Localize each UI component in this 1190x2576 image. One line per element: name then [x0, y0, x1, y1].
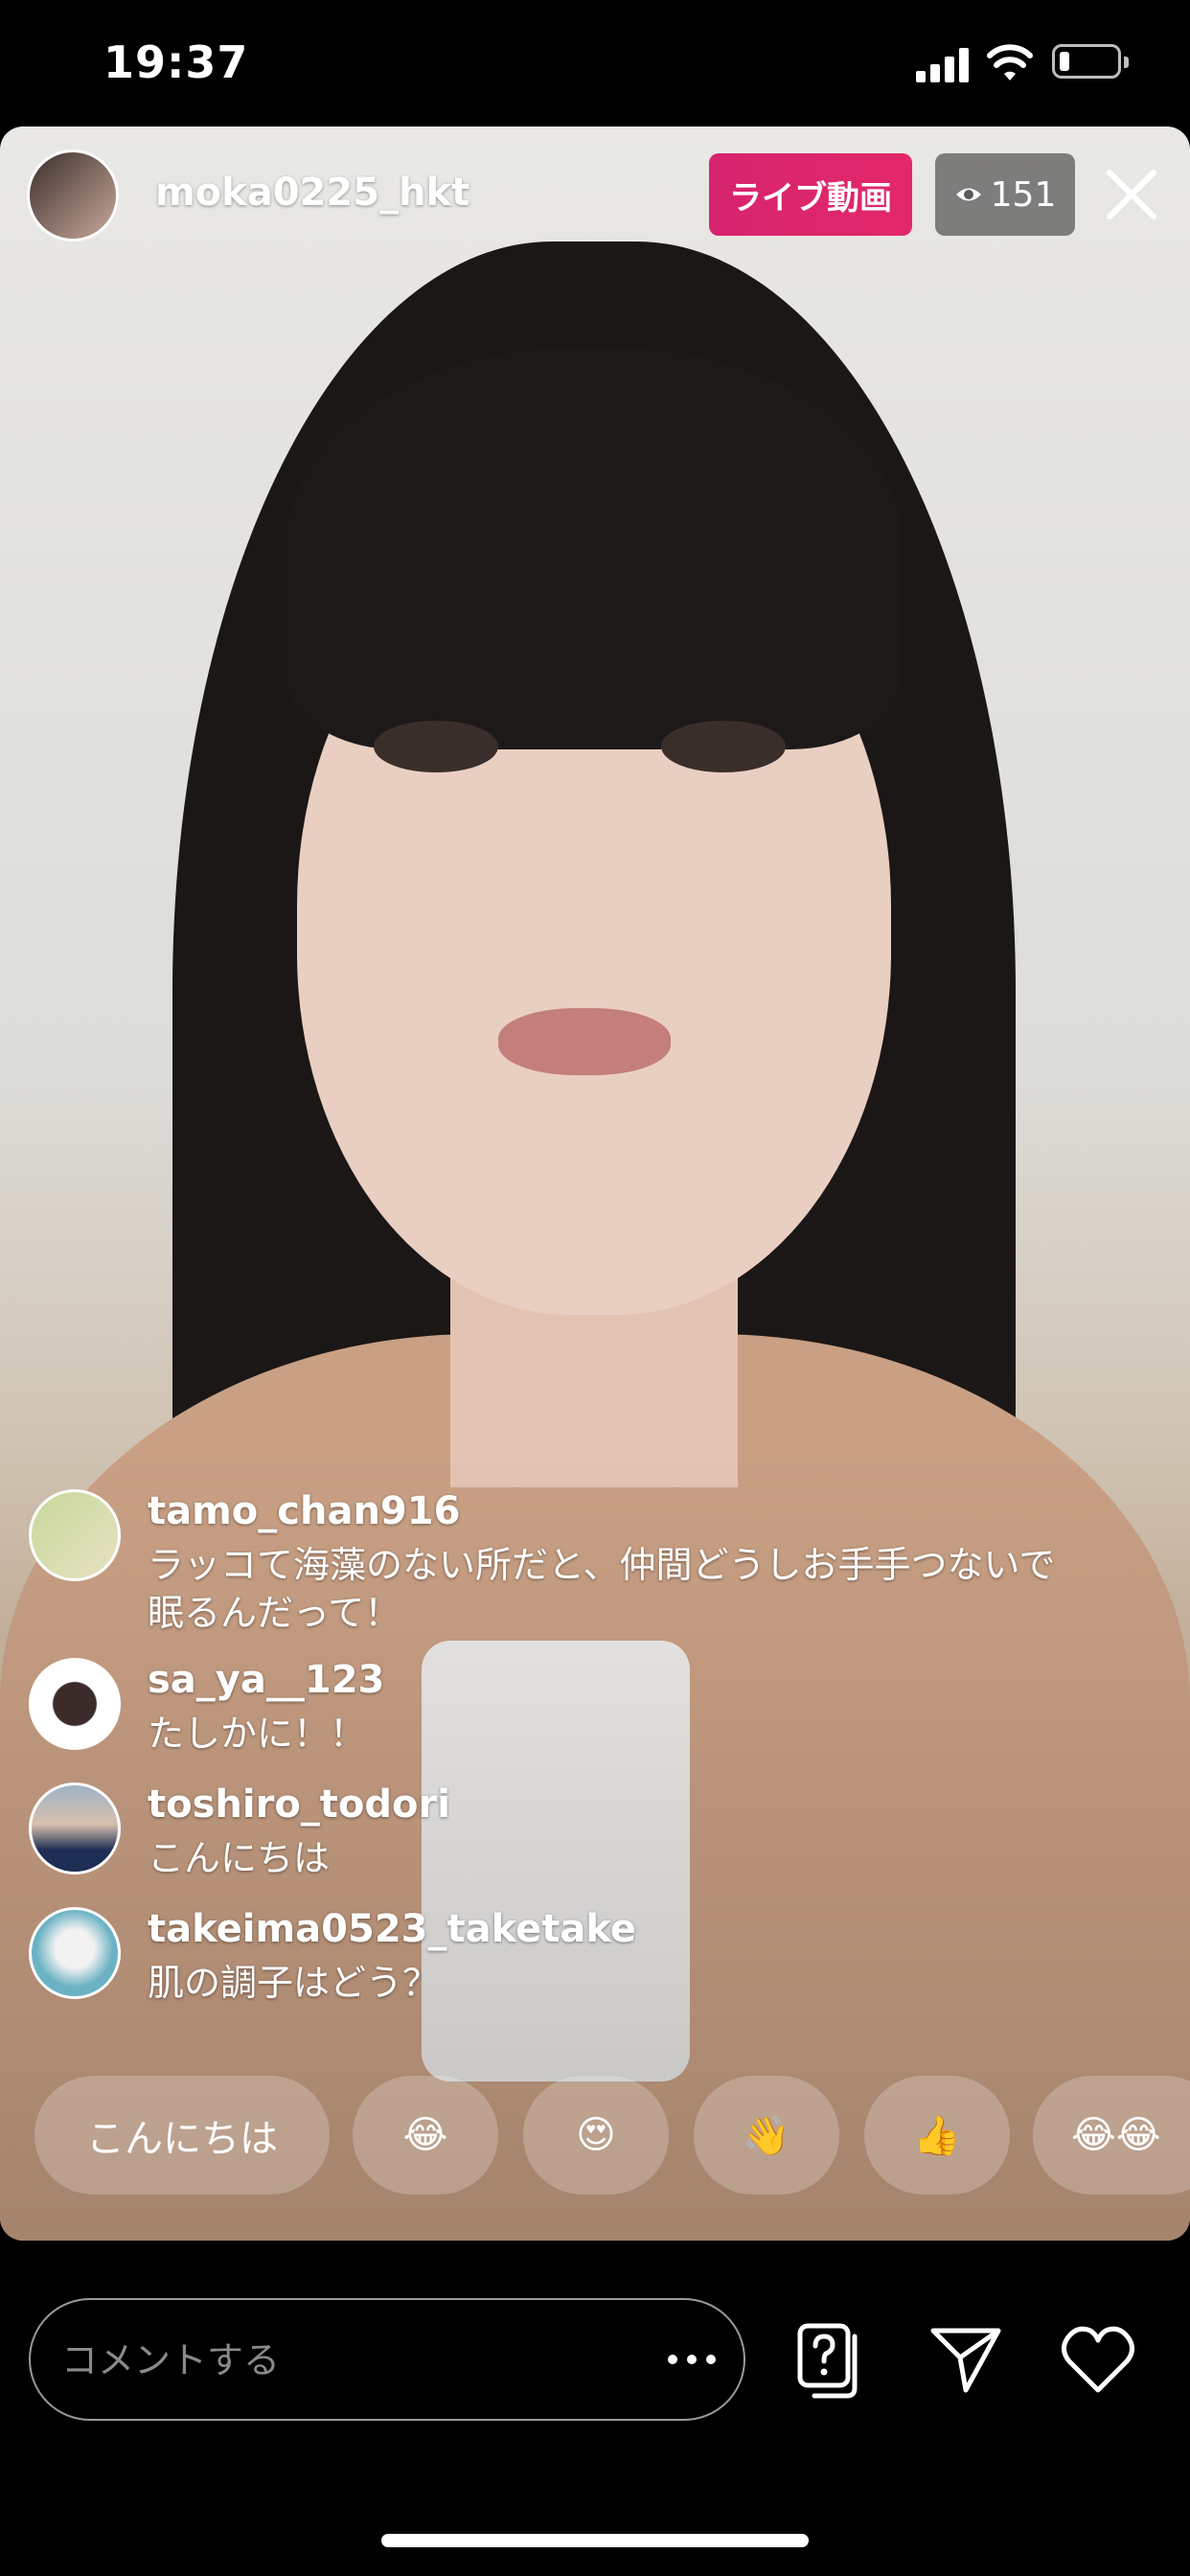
battery-icon [1052, 44, 1129, 79]
video-subject-eye [374, 721, 498, 772]
live-badge: ライブ動画 [709, 153, 912, 236]
quick-reaction-chip[interactable]: 👍 [864, 2076, 1010, 2195]
commenter-avatar[interactable] [29, 1658, 121, 1750]
comment-input[interactable] [59, 2329, 638, 2392]
close-icon[interactable] [1098, 161, 1165, 228]
wifi-icon [987, 44, 1033, 80]
video-subject-lips [498, 1008, 671, 1075]
viewer-count: 151 [990, 174, 1057, 215]
comment-text: 肌の調子はどう？ [148, 1962, 440, 2004]
viewer-count-badge[interactable]: 151 [935, 153, 1075, 236]
video-subject-bangs [287, 347, 901, 749]
eye-icon [955, 188, 981, 201]
commenter-avatar[interactable] [29, 1782, 121, 1874]
quick-reactions: こんにちは 😂 😍 👋 👍 😂😂 [34, 2076, 1190, 2195]
quick-reaction-chip[interactable]: 😂😂 [1033, 2076, 1190, 2195]
quick-reaction-chip[interactable]: こんにちは [34, 2076, 330, 2195]
quick-reaction-chip[interactable]: 😂 [353, 2076, 498, 2195]
broadcaster-avatar[interactable] [27, 150, 119, 242]
status-bar: 19:37 [0, 0, 1190, 126]
home-indicator [381, 2534, 809, 2547]
quick-reaction-chip[interactable]: 😍 [523, 2076, 669, 2195]
commenter-avatar[interactable] [29, 1489, 121, 1581]
commenter-username[interactable]: takeima0523_taketake [148, 1907, 636, 1951]
status-time: 19:37 [103, 36, 249, 88]
commenter-avatar[interactable] [29, 1907, 121, 1999]
comment-composer[interactable] [29, 2298, 745, 2421]
question-icon[interactable] [797, 2323, 866, 2400]
video-subject-eye [661, 721, 786, 772]
comment-text: こんにちは [148, 1837, 331, 1879]
commenter-username[interactable]: tamo_chan916 [148, 1489, 460, 1533]
heart-icon[interactable] [1060, 2323, 1136, 2396]
quick-reaction-chip[interactable]: 👋 [694, 2076, 839, 2195]
commenter-username[interactable]: toshiro_todori [148, 1782, 450, 1827]
broadcaster-username[interactable]: moka0225_hkt [155, 171, 469, 215]
more-options-icon[interactable] [663, 2340, 721, 2379]
send-icon[interactable] [927, 2323, 1004, 2396]
comment-text: たしかに！！ [148, 1713, 367, 1755]
cellular-signal-icon [916, 48, 972, 82]
commenter-username[interactable]: sa_ya__123 [148, 1658, 384, 1702]
comment-text: ラッコて海藻のない所だと、仲間どうしお手手つないで眠るんだって！ [148, 1544, 1056, 1634]
